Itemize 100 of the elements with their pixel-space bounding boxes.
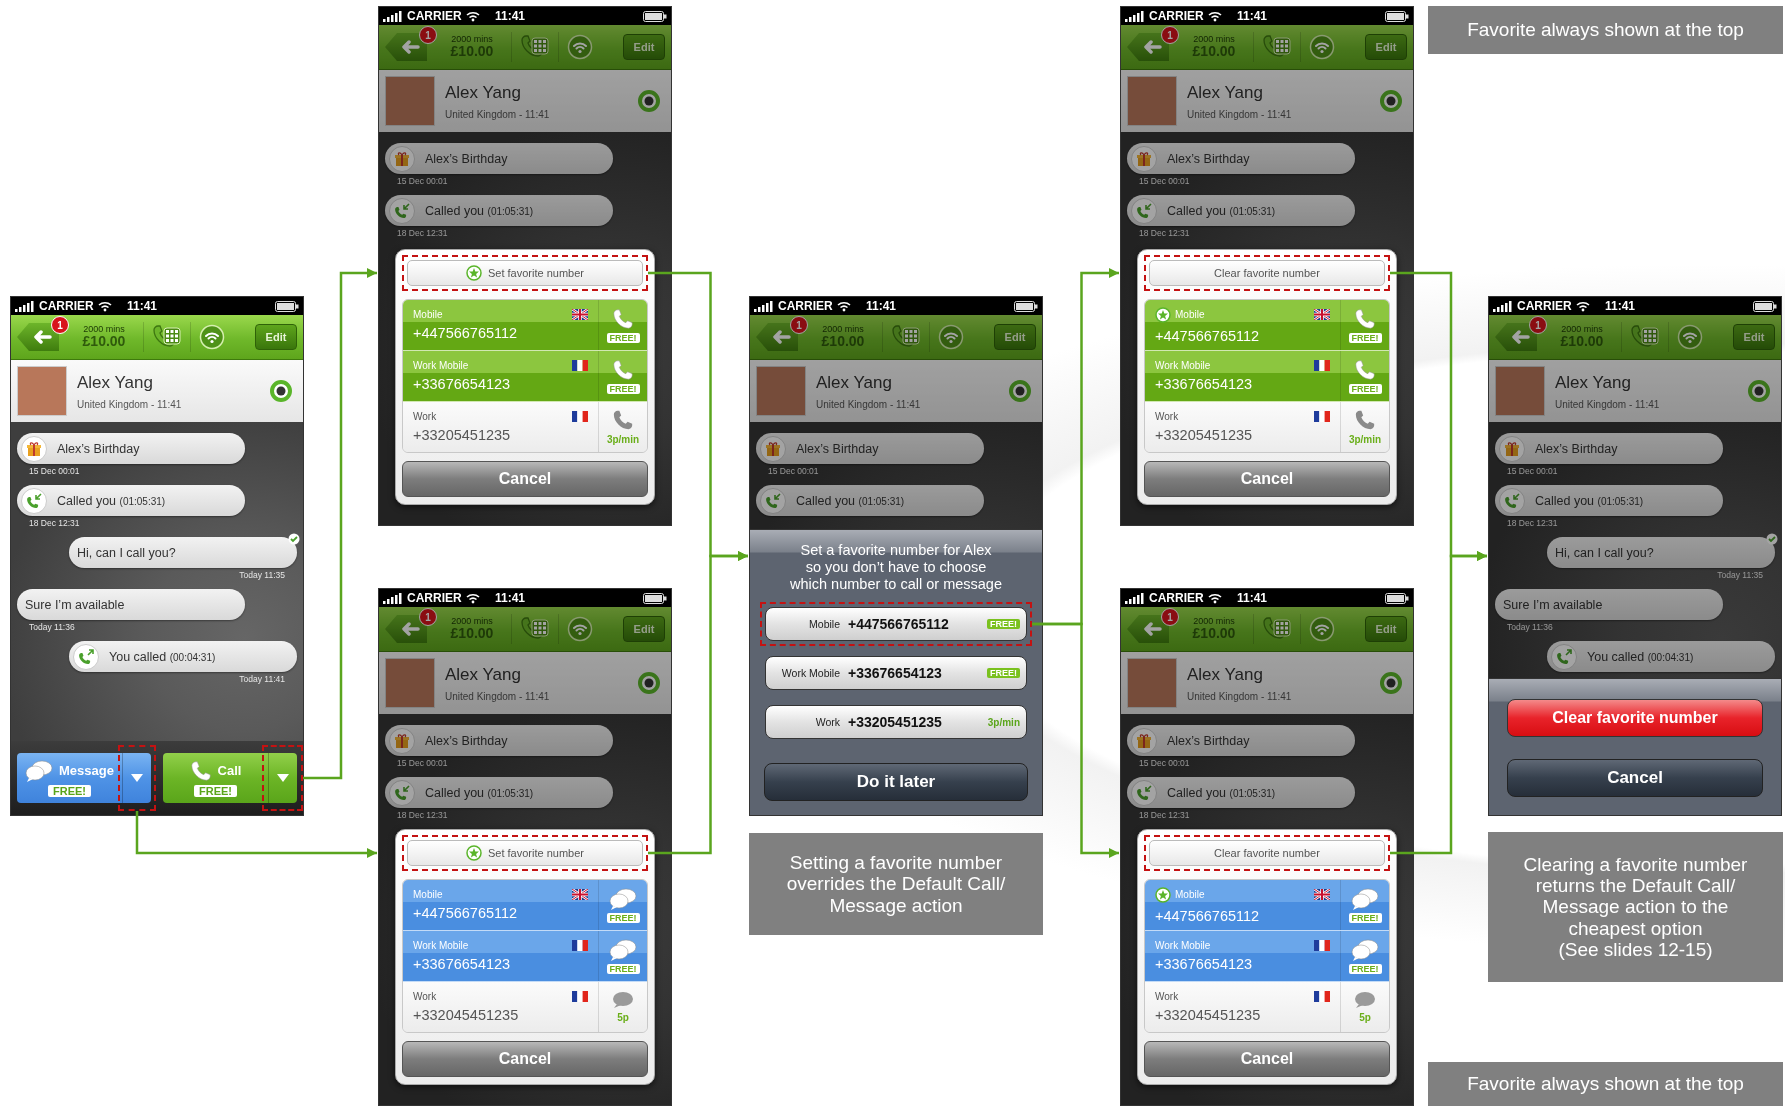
price-label: 3p/min [606, 434, 640, 445]
message-time: 15 Dec 00:01 [28, 465, 81, 476]
chat-bubbles-icon [1351, 938, 1379, 961]
back-button[interactable] [1127, 33, 1169, 61]
number-label: Mobile [413, 309, 444, 320]
number-row[interactable]: Mobile +447566765112 FREE! [1145, 300, 1389, 351]
status-time: 11:41 [1605, 299, 1636, 313]
wifi-bubble-icon[interactable] [567, 616, 593, 642]
wifi-bubble-icon[interactable] [1309, 34, 1335, 60]
dialpad-icon[interactable] [1262, 34, 1292, 60]
battery-icon [643, 10, 667, 22]
cancel-button[interactable]: Cancel [1144, 461, 1390, 497]
phone-icon [1354, 409, 1376, 431]
cancel-button[interactable]: Cancel [402, 1041, 648, 1077]
back-button[interactable] [385, 615, 427, 643]
dialpad-icon[interactable] [1262, 616, 1292, 642]
battery-icon [1385, 10, 1409, 22]
phone-number: +332045451235 [1155, 1007, 1262, 1023]
status-time: 11:41 [1237, 9, 1268, 23]
price-badge: FREE! [194, 784, 237, 797]
cancel-button[interactable]: Cancel [1144, 1041, 1390, 1077]
back-button[interactable] [1127, 615, 1169, 643]
message-button[interactable]: Message FREE! [17, 753, 151, 803]
minutes-label: 2000 mins [1561, 324, 1603, 335]
wifi-icon [1575, 300, 1590, 312]
phone-number: +33676654123 [1155, 376, 1254, 392]
number-label: Work Mobile [413, 940, 470, 951]
battery-icon [275, 300, 299, 312]
cancel-button[interactable]: Cancel [402, 461, 648, 497]
message-text: You called (00:04:31) [108, 649, 216, 664]
wifi-bubble-icon[interactable] [938, 324, 964, 350]
clear-favorite-button[interactable]: Clear favorite number [1507, 699, 1763, 737]
number-row[interactable]: Mobile +447566765112 FREE! [403, 300, 647, 351]
number-row[interactable]: Work +33205451235 3p/min [403, 402, 647, 452]
back-button[interactable] [17, 323, 59, 351]
notification-badge: 1 [790, 316, 808, 334]
number-row[interactable]: Work +33205451235 3p/min [1145, 402, 1389, 452]
price-badge: FREE! [1348, 383, 1382, 394]
wifi-bubble-icon[interactable] [567, 34, 593, 60]
dialpad-icon[interactable] [891, 324, 921, 350]
back-button[interactable] [385, 33, 427, 61]
message-time: 18 Dec 12:31 [28, 517, 81, 528]
favorite-button[interactable]: Clear favorite number [1149, 260, 1385, 286]
minutes-label: 2000 mins [83, 324, 125, 335]
number-label: Mobile [1175, 309, 1206, 320]
back-arrow-icon [401, 622, 421, 636]
number-row[interactable]: Mobile +447566765112 FREE! [403, 880, 647, 931]
number-row[interactable]: Work Mobile +33676654123 FREE! [1145, 931, 1389, 982]
balance-label: £10.00 [450, 44, 494, 60]
back-button[interactable] [1495, 323, 1537, 351]
edit-button[interactable]: Edit [255, 324, 297, 350]
cancel-button[interactable]: Cancel [1507, 759, 1763, 797]
france-flag-icon [572, 360, 588, 371]
number-row[interactable]: Work Mobile +33676654123 FREE! [403, 351, 647, 402]
contact-name: Alex Yang [77, 372, 154, 393]
contact-subtitle: United Kingdom - 11:41 [816, 398, 922, 410]
number-row[interactable]: Work Mobile +33676654123 FREE! [403, 931, 647, 982]
edit-button[interactable]: Edit [623, 616, 665, 642]
dialpad-icon[interactable] [520, 34, 550, 60]
caret-icon [131, 774, 143, 782]
signal-icon [754, 300, 774, 312]
number-row[interactable]: Work +332045451235 5p [403, 982, 647, 1032]
number-row[interactable]: Work +332045451235 5p [1145, 982, 1389, 1032]
signal-icon [1125, 10, 1145, 22]
carrier-label: CARRIER [39, 299, 94, 313]
dialpad-icon[interactable] [1630, 324, 1660, 350]
number-row[interactable]: Mobile +447566765112 FREE! [1145, 880, 1389, 931]
wifi-bubble-icon[interactable] [1309, 616, 1335, 642]
number-row[interactable]: Work Mobile +33676654123 FREE! [1145, 351, 1389, 402]
signal-icon [15, 300, 35, 312]
number-option[interactable]: Work Mobile +33676654123 FREE! [765, 656, 1027, 690]
wifi-bubble-icon[interactable] [199, 324, 225, 350]
number-option[interactable]: Mobile +447566765112 FREE! [765, 607, 1027, 641]
edit-button[interactable]: Edit [1365, 34, 1407, 60]
phone-number: +447566765112 [1155, 907, 1261, 924]
favorite-button[interactable]: Set favorite number [407, 260, 643, 286]
dialpad-icon[interactable] [152, 324, 182, 350]
edit-button[interactable]: Edit [1365, 616, 1407, 642]
back-button[interactable] [756, 323, 798, 351]
price-label: 5p [1359, 1012, 1371, 1023]
dialpad-icon[interactable] [520, 616, 550, 642]
edit-button[interactable]: Edit [1733, 324, 1775, 350]
edit-button[interactable]: Edit [623, 34, 665, 60]
message-text: Hi, can I call you? [1554, 545, 1654, 560]
phone-number: +447566765112 [1155, 327, 1261, 344]
do-it-later-button[interactable]: Do it later [764, 763, 1028, 801]
wifi-icon [836, 300, 851, 312]
favorite-button[interactable]: Clear favorite number [1149, 840, 1385, 866]
edit-button[interactable]: Edit [994, 324, 1036, 350]
number-option[interactable]: Work +33205451235 3p/min [765, 705, 1027, 739]
contact-subtitle: United Kingdom - 11:41 [77, 398, 183, 410]
back-arrow-icon [1511, 330, 1531, 344]
carrier-label: CARRIER [1149, 9, 1204, 23]
outgoing-call-icon [1556, 648, 1572, 665]
message-text: Sure I’m available [24, 597, 125, 612]
photo-placeholder [385, 658, 435, 708]
price-badge: FREE! [1348, 332, 1382, 343]
wifi-bubble-icon[interactable] [1677, 324, 1703, 350]
call-button[interactable]: Call FREE! [163, 753, 297, 803]
favorite-button[interactable]: Set favorite number [407, 840, 643, 866]
